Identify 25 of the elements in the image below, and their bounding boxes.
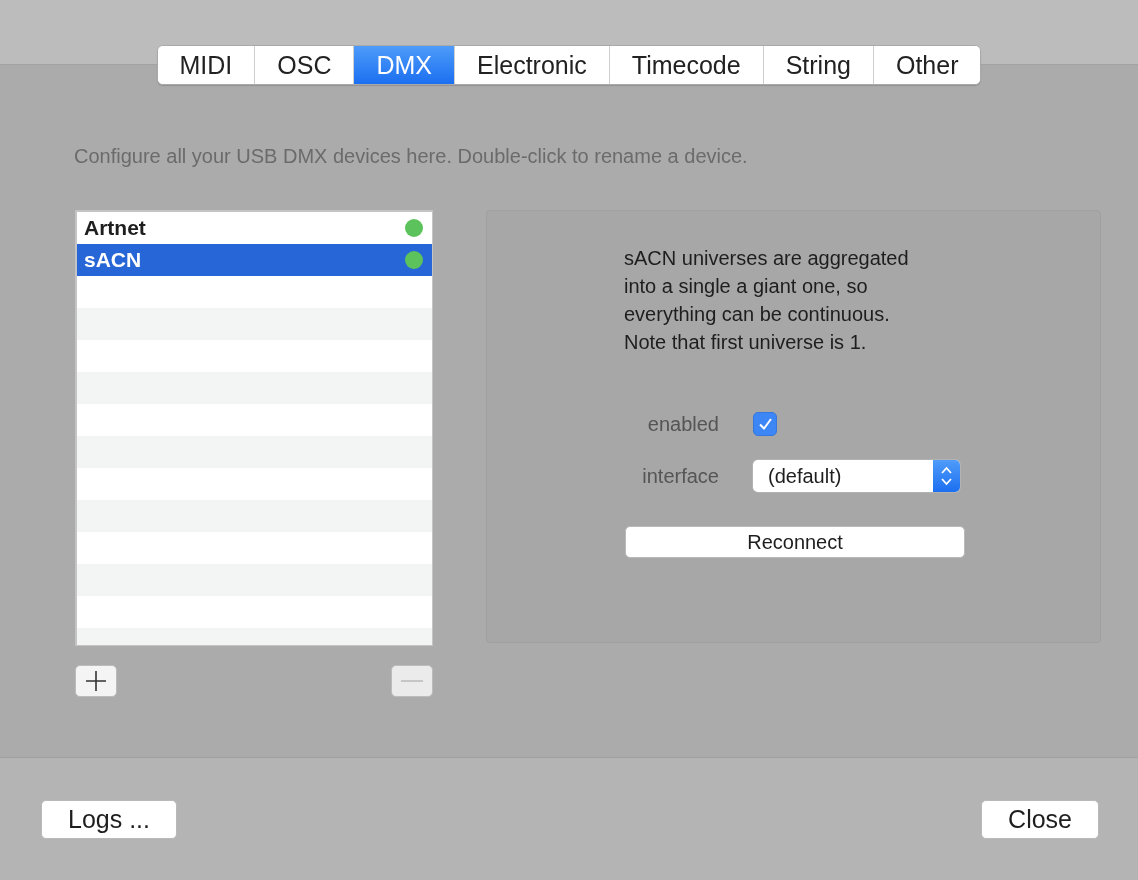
checkmark-icon bbox=[757, 417, 773, 431]
device-row[interactable]: Artnet bbox=[77, 212, 432, 244]
reconnect-button[interactable]: Reconnect bbox=[625, 526, 965, 558]
tab[interactable]: DMX bbox=[353, 46, 455, 84]
tab[interactable]: MIDI bbox=[157, 46, 255, 84]
tab[interactable]: Other bbox=[872, 46, 981, 84]
minus-icon bbox=[400, 679, 424, 683]
close-button[interactable]: Close bbox=[981, 800, 1099, 839]
device-row[interactable]: sACN bbox=[77, 244, 432, 276]
add-button[interactable] bbox=[75, 665, 117, 697]
description-text: Configure all your USB DMX devices here. Double-click to rename a device. bbox=[74, 145, 749, 168]
plus-icon bbox=[85, 670, 107, 692]
field-label: enabled bbox=[646, 412, 719, 436]
device-name: Artnet bbox=[84, 216, 146, 240]
tab[interactable]: Timecode bbox=[608, 46, 763, 84]
info-text: sACN universes are aggregated into a single a giant one, so everything can be continuous. Note that first universe is 1. bbox=[624, 246, 910, 355]
tab[interactable]: String bbox=[762, 46, 873, 84]
enabled-checkbox[interactable] bbox=[753, 412, 777, 436]
tab[interactable]: Electronic bbox=[454, 46, 609, 84]
device-name: sACN bbox=[84, 248, 142, 272]
field-label: interface bbox=[641, 464, 719, 488]
interface-popup[interactable]: (default) bbox=[753, 460, 960, 492]
logs-button[interactable]: Logs ... bbox=[41, 800, 177, 839]
tab[interactable]: OSC bbox=[254, 46, 354, 84]
up-down-arrows-icon bbox=[940, 466, 953, 486]
